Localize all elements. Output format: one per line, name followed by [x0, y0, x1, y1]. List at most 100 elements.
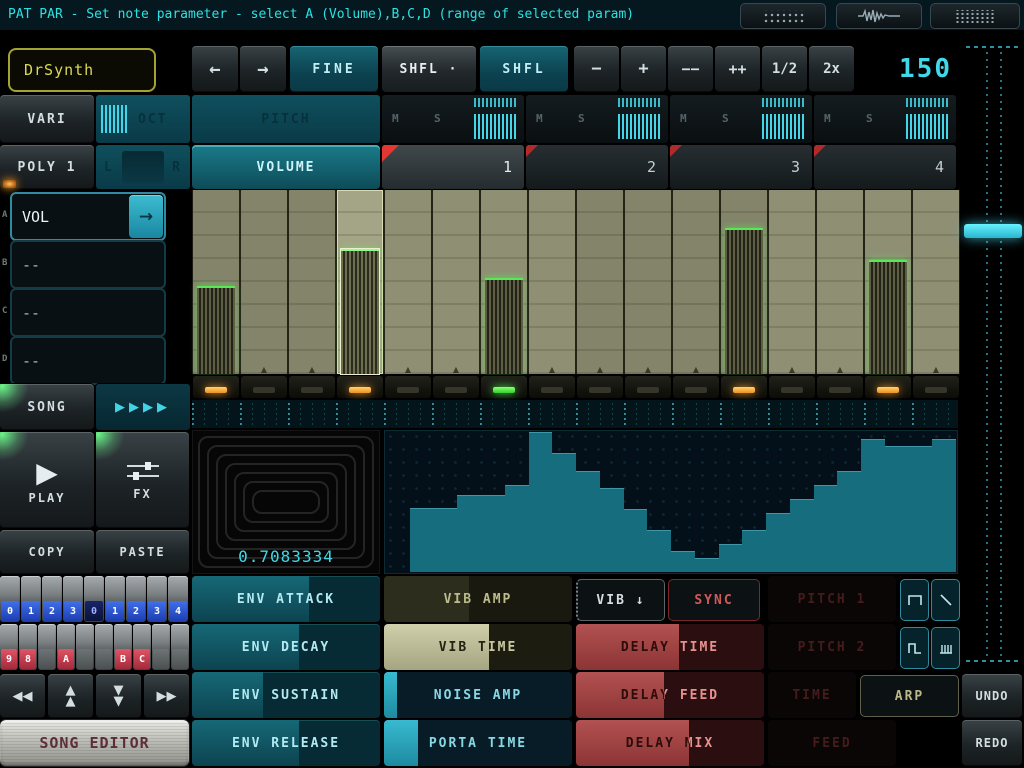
step-cell-13[interactable]	[769, 376, 815, 398]
step-cell-4[interactable]	[337, 376, 383, 398]
paste-button[interactable]: PASTE	[96, 530, 189, 574]
increase-button[interactable]: +	[621, 46, 666, 92]
noise-amp-slider[interactable]: NOISE AMPNOISE AMP	[384, 672, 572, 718]
pad-key[interactable]	[76, 624, 94, 670]
mute-button[interactable]: M	[824, 112, 831, 125]
step-cell-3[interactable]	[289, 376, 335, 398]
vib-mode-button[interactable]: VIB ↓	[576, 579, 665, 621]
double-tempo-button[interactable]: 2x	[809, 46, 854, 92]
nav-left-button[interactable]: ◀◀	[0, 674, 45, 718]
pads-view-button[interactable]	[740, 3, 826, 29]
delay-feed-slider[interactable]: DELAY FEEDDELAY FEED	[576, 672, 764, 718]
octave-cell[interactable]: OCT	[96, 95, 190, 143]
vari-button[interactable]: VARI	[0, 95, 94, 143]
pad-key[interactable]	[38, 624, 56, 670]
vib-time-slider[interactable]: VIB TIMEVIB TIME	[384, 624, 572, 670]
mute-button[interactable]: M	[392, 112, 399, 125]
track-tab-1[interactable]: 1	[382, 145, 524, 189]
volume-tab[interactable]: VOLUME	[192, 145, 380, 189]
grid-step-9[interactable]: ▲	[577, 190, 623, 374]
scroll-track-dots[interactable]	[1000, 52, 1002, 658]
volume-bar-step-15[interactable]	[869, 260, 907, 374]
scroll-track-dots[interactable]	[986, 52, 988, 658]
pad-key-1[interactable]: 1	[105, 576, 125, 622]
undo-button[interactable]: UNDO	[962, 674, 1022, 718]
grid-step-6[interactable]: ▲	[433, 190, 479, 374]
pad-key-A[interactable]: A	[57, 624, 75, 670]
mute-button[interactable]: M	[680, 112, 687, 125]
grid-step-11[interactable]: ▲	[673, 190, 719, 374]
grid-step-8[interactable]: ▲	[529, 190, 575, 374]
pitch1-slider-disabled[interactable]: PITCH 1	[768, 576, 896, 622]
song-editor-button[interactable]: SONG EDITOR	[0, 720, 189, 766]
comb-wave-button[interactable]	[931, 627, 960, 669]
step-cell-10[interactable]	[625, 376, 671, 398]
nav-down-button[interactable]: ▼ ▼	[96, 674, 141, 718]
env-decay-slider[interactable]: ENV DECAYENV DECAY	[192, 624, 380, 670]
step-cell-8[interactable]	[529, 376, 575, 398]
pitch-tab[interactable]: PITCH	[192, 95, 380, 143]
slot-c-box[interactable]: --	[10, 288, 166, 337]
nav-right-button[interactable]: ▶▶	[144, 674, 189, 718]
next-button[interactable]: →	[240, 46, 286, 92]
pan-slider[interactable]	[122, 151, 164, 183]
step-cell-2[interactable]	[241, 376, 287, 398]
redo-button[interactable]: REDO	[962, 720, 1022, 766]
prev-button[interactable]: ←	[192, 46, 238, 92]
volume-bar-step-7[interactable]	[485, 278, 523, 374]
solo-button[interactable]: S	[434, 112, 441, 125]
pad-key-3[interactable]: 3	[63, 576, 83, 622]
nav-up-button[interactable]: ▲ ▲	[48, 674, 93, 718]
pad-key-C[interactable]: C	[133, 624, 151, 670]
grid-step-13[interactable]: ▲	[769, 190, 815, 374]
grid-step-3[interactable]: ▲	[289, 190, 335, 374]
step-cell-12[interactable]	[721, 376, 767, 398]
song-button[interactable]: SONG	[0, 384, 94, 430]
shuffle-menu-button[interactable]: SHFL ·	[382, 46, 476, 92]
song-position-cell[interactable]: ▶▶▶▶	[96, 384, 190, 430]
arp-button[interactable]: ARP	[860, 675, 959, 717]
step-cell-16[interactable]	[913, 376, 959, 398]
square-wave-button[interactable]	[900, 579, 929, 621]
pad-key[interactable]	[171, 624, 189, 670]
track-tab-3[interactable]: 3	[670, 145, 812, 189]
pad-key-9[interactable]: 9	[0, 624, 18, 670]
pitch2-slider-disabled[interactable]: PITCH 2	[768, 624, 896, 670]
grid-step-14[interactable]: ▲	[817, 190, 863, 374]
grid-step-5[interactable]: ▲	[385, 190, 431, 374]
half-tempo-button[interactable]: 1/2	[762, 46, 807, 92]
step-cell-6[interactable]	[433, 376, 479, 398]
step-cell-11[interactable]	[673, 376, 719, 398]
fx-button[interactable]: FX	[96, 432, 189, 528]
value-display[interactable]: 0.7083334	[192, 430, 380, 574]
solo-button[interactable]: S	[722, 112, 729, 125]
increase-more-button[interactable]: ++	[715, 46, 760, 92]
grid-step-16[interactable]: ▲	[913, 190, 959, 374]
keys-view-button[interactable]	[930, 3, 1020, 29]
pad-key-2[interactable]: 2	[42, 576, 62, 622]
time-slider-disabled[interactable]: TIME	[768, 672, 856, 718]
pad-key-0[interactable]: 0	[0, 576, 20, 622]
delay-time-slider[interactable]: DELAY TIMEDELAY TIME	[576, 624, 764, 670]
scroll-handle[interactable]	[964, 224, 1022, 238]
slot-a-assign-button[interactable]: →	[129, 195, 163, 238]
slot-a-box[interactable]: VOL →	[10, 192, 166, 241]
volume-bar-step-1[interactable]	[197, 286, 235, 374]
instrument-button[interactable]: DrSynth	[8, 48, 156, 92]
sync-button[interactable]: SYNC	[668, 579, 760, 621]
slot-b-box[interactable]: --	[10, 240, 166, 289]
env-attack-slider[interactable]: ENV ATTACKENV ATTACK	[192, 576, 380, 622]
decrease-button[interactable]: −	[574, 46, 619, 92]
pad-key-0[interactable]: 0	[84, 576, 104, 622]
waveform-display[interactable]	[384, 430, 958, 574]
track-tab-4[interactable]: 4	[814, 145, 956, 189]
step-cell-14[interactable]	[817, 376, 863, 398]
grid-step-2[interactable]: ▲	[241, 190, 287, 374]
play-button[interactable]: ▶ PLAY	[0, 432, 94, 528]
step-cell-1[interactable]	[193, 376, 239, 398]
step-cell-7[interactable]	[481, 376, 527, 398]
feed-slider-disabled[interactable]: FEED	[768, 720, 896, 766]
track-tab-2[interactable]: 2	[526, 145, 668, 189]
delay-mix-slider[interactable]: DELAY MIXDELAY MIX	[576, 720, 764, 766]
step-cell-15[interactable]	[865, 376, 911, 398]
